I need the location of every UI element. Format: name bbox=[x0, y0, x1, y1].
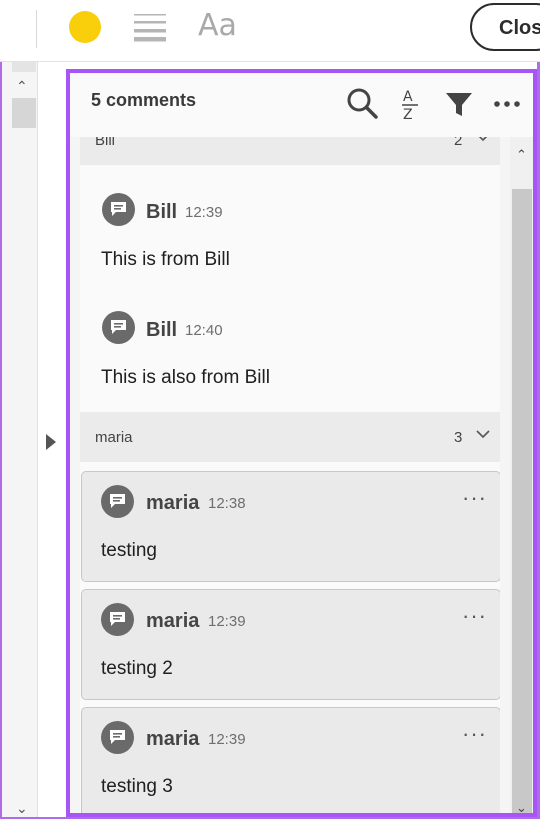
comment-author: Bill bbox=[146, 201, 178, 223]
group-name: maria bbox=[95, 429, 133, 446]
scroll-up-icon[interactable]: ⌃ bbox=[516, 147, 527, 163]
svg-text:A: A bbox=[403, 89, 413, 105]
comment-author: Bill bbox=[146, 319, 178, 341]
group-header-bill[interactable]: Bill 2 bbox=[80, 137, 500, 165]
comment-text: testing 2 bbox=[101, 658, 173, 679]
comment-avatar-icon bbox=[102, 193, 135, 226]
expand-panel-icon[interactable] bbox=[46, 434, 56, 450]
chevron-down-icon[interactable] bbox=[475, 137, 491, 145]
group-count: 2 bbox=[454, 137, 463, 149]
scroll-up-icon[interactable]: ⌃ bbox=[16, 78, 28, 95]
filter-icon[interactable] bbox=[442, 87, 476, 121]
search-icon[interactable] bbox=[346, 87, 380, 121]
comment-list[interactable]: Bill 2 Bill 12:39 This is from Bill Bill… bbox=[80, 137, 500, 813]
line-thickness-icon[interactable] bbox=[133, 12, 167, 42]
comment-card[interactable]: maria 12:39 ··· testing 2 bbox=[81, 589, 500, 700]
group-count: 3 bbox=[454, 429, 463, 446]
comment-text: This is also from Bill bbox=[101, 367, 270, 388]
group-header-maria[interactable]: maria 3 bbox=[80, 412, 500, 462]
comment-time: 12:40 bbox=[185, 322, 223, 339]
svg-text:Z: Z bbox=[403, 107, 413, 121]
comment-avatar-icon bbox=[102, 311, 135, 344]
color-picker-button[interactable] bbox=[69, 11, 101, 43]
comment-author: maria bbox=[146, 492, 200, 514]
comments-scrollbar[interactable]: ⌃ ⌄ bbox=[510, 137, 533, 813]
font-size-button[interactable]: Aa bbox=[198, 8, 237, 43]
comment-time: 12:39 bbox=[185, 204, 223, 221]
comment-author: maria bbox=[146, 610, 200, 632]
comment-more-icon[interactable]: ··· bbox=[462, 721, 487, 747]
comment-text: This is from Bill bbox=[101, 249, 230, 270]
comment-time: 12:39 bbox=[208, 613, 246, 630]
group-name: Bill bbox=[95, 137, 116, 149]
comment-text: testing bbox=[101, 540, 157, 561]
chevron-down-icon[interactable] bbox=[475, 426, 491, 442]
comment-time: 12:39 bbox=[208, 731, 246, 748]
comment-text: testing 3 bbox=[101, 776, 173, 797]
comment-time: 12:38 bbox=[208, 495, 246, 512]
more-options-icon[interactable] bbox=[490, 87, 524, 121]
scrollbar-cap bbox=[12, 62, 36, 72]
comment-avatar-icon bbox=[101, 485, 134, 518]
scroll-thumb[interactable] bbox=[12, 98, 36, 128]
comment-count: 5 comments bbox=[91, 90, 197, 110]
comment-card[interactable]: maria 12:38 ··· testing bbox=[81, 471, 500, 582]
comment-avatar-icon bbox=[101, 603, 134, 636]
scroll-thumb[interactable] bbox=[512, 189, 532, 813]
scroll-down-icon[interactable]: ⌄ bbox=[16, 800, 28, 817]
toolbar-divider bbox=[36, 10, 37, 48]
comments-header: 5 comments A Z bbox=[70, 73, 533, 137]
comment-card[interactable]: maria 12:39 ··· testing 3 bbox=[81, 707, 500, 813]
comment-more-icon[interactable]: ··· bbox=[462, 485, 487, 511]
scroll-down-icon[interactable]: ⌄ bbox=[516, 800, 527, 813]
comment-author: maria bbox=[146, 728, 200, 750]
sort-az-icon[interactable]: A Z bbox=[396, 87, 430, 121]
comment-avatar-icon bbox=[101, 721, 134, 754]
comment-more-icon[interactable]: ··· bbox=[462, 603, 487, 629]
page-scrollbar[interactable]: ⌃ ⌄ bbox=[12, 62, 36, 817]
comments-panel: 5 comments A Z Bill 2 Bill 12:39 This is… bbox=[66, 69, 537, 817]
close-button[interactable]: Close bbox=[470, 3, 540, 51]
annotation-toolbar: Aa Close bbox=[0, 0, 540, 62]
